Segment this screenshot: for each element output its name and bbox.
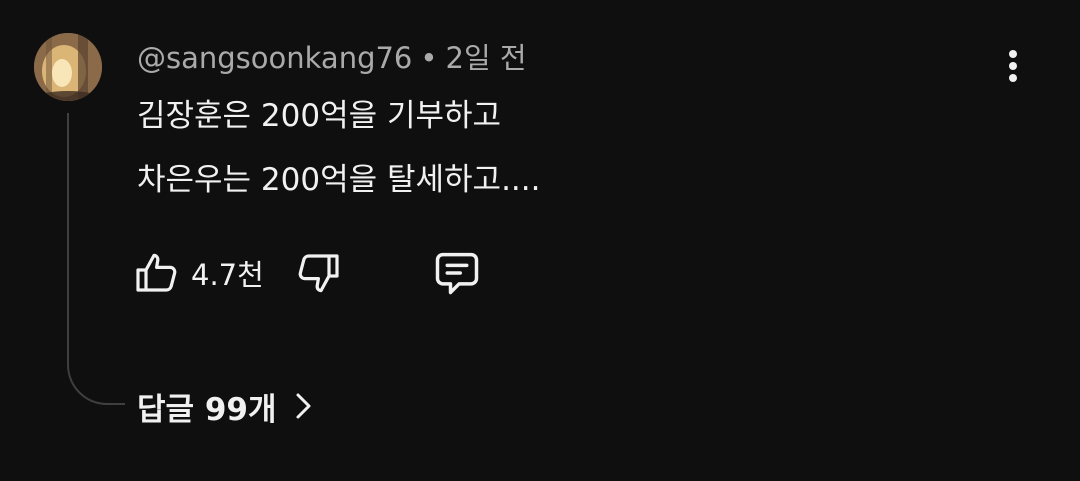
comment-meta: @sangsoonkang76 • 2일 전 [137,38,527,78]
more-vert-icon-dot-1 [1009,50,1017,58]
thumbs-up-icon [136,253,177,292]
dislike-button[interactable] [294,248,342,298]
reply-button[interactable] [431,247,483,299]
like-count: 4.7천 [191,258,264,292]
comment-text-line-1: 김장훈은 200억을 기부하고 [137,98,502,134]
comment-icon [435,252,479,295]
more-vert-icon-dot-3 [1009,74,1017,82]
comment-text-line-2: 차은우는 200억을 탈세하고.... [137,162,541,198]
avatar[interactable] [34,33,102,101]
thumbs-down-icon [298,254,339,293]
more-options-button[interactable] [993,44,1033,88]
more-vert-icon-dot-2 [1009,62,1017,70]
meta-separator: • [420,41,438,75]
comment: @sangsoonkang76 • 2일 전 김장훈은 200억을 기부하고 차은우… [0,0,1080,481]
thread-connector-line [67,113,125,405]
author-handle[interactable]: @sangsoonkang76 [137,41,412,75]
comment-time[interactable]: 2일 전 [446,41,527,75]
chevron-right-icon [296,393,310,419]
view-replies-button[interactable]: 답글 99개 [137,383,315,429]
like-button[interactable]: 4.7천 [133,248,264,298]
replies-label: 답글 99개 [137,391,277,428]
avatar-image [34,33,102,101]
